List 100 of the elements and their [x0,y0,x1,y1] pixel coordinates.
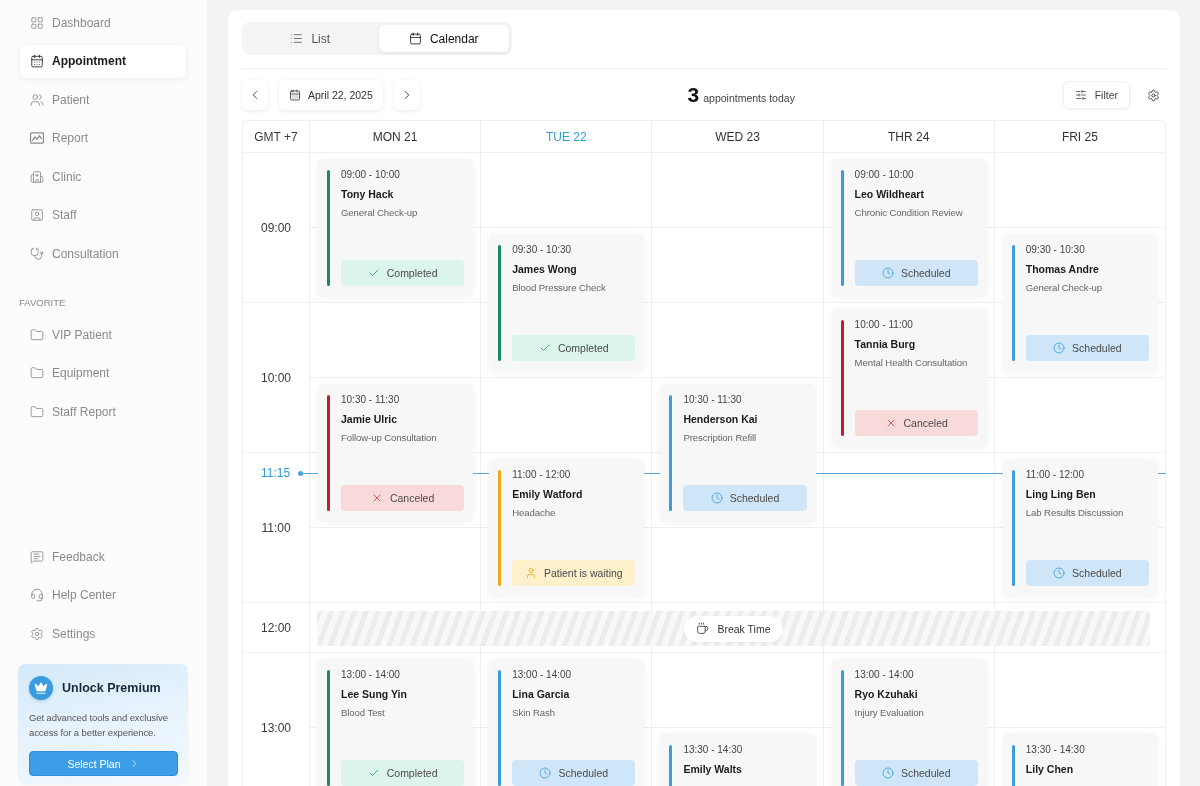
status-label: Scheduled [729,492,780,504]
appointment-card[interactable]: 11:00 - 12:00 Ling Ling Ben Lab Results Discussion Scheduled [1002,459,1158,597]
appointment-card[interactable]: 09:00 - 10:00 Tony Hack General Check-up Completed [318,159,474,297]
calendar-icon [408,32,422,45]
appointment-card[interactable]: 09:00 - 10:00 Leo Wildheart Chronic Condition Review Scheduled [831,159,987,297]
time-label: 12:00 [261,620,291,635]
patient-name: Emily Watford [512,488,584,500]
appointment-time: 13:00 - 14:00 [512,669,573,681]
appointment-card[interactable]: 13:00 - 14:00 Lee Sung Yin Blood Test Completed [318,659,474,786]
appointment-time: 13:00 - 14:00 [854,669,915,681]
appointment-time: 13:30 - 14:30 [1025,744,1086,756]
status-label: Scheduled [558,767,609,779]
chart-icon [30,131,44,145]
calendar-icon [289,89,301,101]
next-button[interactable] [393,80,420,110]
nav-item[interactable]: Patient [20,83,186,116]
time-label: 13:00 [261,720,291,735]
appointment-reason: Injury Evaluation [854,707,925,719]
list-icon [290,32,304,45]
appointment-card[interactable]: 13:00 - 14:00 Lina Garcia Skin Rash Scheduled [489,659,645,786]
status-label: Scheduled [1072,567,1122,579]
patient-name: Ryo Kzuhaki [854,688,919,700]
day-header: WED 23 [715,129,760,144]
time-label: 09:00 [261,220,291,235]
date-picker-button[interactable]: April 22, 2025 [279,80,383,110]
premium-description: Get advanced tools and exclusive access for a better experience. [29,711,169,740]
check-icon [367,767,380,779]
time-marker-icon [298,470,304,476]
appointment-reason: Prescription Refill [683,432,758,444]
nav-item[interactable]: Clinic [20,160,186,193]
clock-icon [881,267,894,279]
appointment-reason: Skin Rash [512,707,556,719]
appointment-card[interactable]: 10:00 - 11:00 Tannia Burg Mental Health Consultation Canceled [831,309,987,447]
nav-item[interactable]: Appointment [20,44,186,78]
view-tab[interactable]: Calendar [378,25,509,52]
id-badge-icon [30,208,44,222]
users-icon [30,92,44,107]
patient-name: Leo Wildheart [854,188,925,200]
patient-name: Lee Sung Yin [341,688,408,700]
headset-icon [30,588,44,602]
nav-item[interactable]: Staff [20,198,186,232]
current-time-label: 11:15 [261,466,291,480]
stethoscope-icon [30,246,44,261]
folder-icon [30,404,44,419]
clock-icon [1053,342,1066,354]
appointment-reason: Lab Results Discussion [1025,507,1125,519]
crown-icon [29,676,53,700]
appointment-reason: General Check-up [341,207,419,219]
nav-item[interactable]: Report [20,121,186,155]
day-header: TUE 22 [545,129,587,144]
grid-icon [30,15,44,30]
nav-item[interactable]: Dashboard [20,6,186,39]
filter-button[interactable]: Filter [1062,81,1130,109]
sliders-icon [1074,89,1087,101]
check-icon [538,342,551,354]
clock-icon [881,767,894,779]
nav-item[interactable]: Staff Report [20,395,186,428]
appointment-reason: Chronic Condition Review [854,207,964,219]
settings-icon [1147,88,1161,102]
appointment-card[interactable]: 13:00 - 14:00 Ryo Kzuhaki Injury Evaluation Scheduled [831,659,987,786]
appointment-reason: Blood Pressure Check [512,282,607,294]
patient-name: Lily Chen [1025,763,1075,775]
nav-item[interactable]: Equipment [20,356,186,390]
appointment-card[interactable]: 10:30 - 11:30 Henderson Kai Prescription Refill Scheduled [660,384,816,522]
appointment-reason: Blood Test [341,707,386,719]
status-label: Completed [386,267,438,279]
status-label: Scheduled [900,267,951,279]
folder-icon [30,366,44,380]
nav-item[interactable]: Consultation [20,237,186,270]
day-header: MON 21 [372,129,418,144]
timezone-label: GMT +7 [254,129,298,144]
status-label: Scheduled [900,767,951,779]
appointment-card[interactable]: 10:30 - 11:30 Jamie Ulric Follow-up Consultation Canceled [318,384,474,522]
nav-item[interactable]: VIP Patient [20,318,186,351]
view-tab[interactable]: List [245,25,376,52]
nav-item[interactable]: Settings [20,617,186,650]
appointment-time: 10:30 - 11:30 [341,394,401,406]
premium-title: Unlock Premium [62,681,161,695]
appointment-time: 09:00 - 10:00 [854,169,915,181]
appointment-card[interactable]: 09:30 - 10:30 Thomas Andre General Check-up Scheduled [1002,234,1158,372]
clock-icon [710,492,723,504]
appointment-time: 10:30 - 11:30 [683,394,743,406]
appointment-card[interactable]: 11:00 - 12:00 Emily Watford Headache Patient is waiting [489,459,645,597]
nav-item[interactable]: Help Center [20,578,186,612]
appointment-reason: Headache [512,507,557,519]
appointment-card[interactable]: 13:30 - 14:30 Emily Walts [660,734,816,786]
nav-item[interactable]: Feedback [20,540,186,573]
time-label: 10:00 [261,370,291,385]
status-label: Scheduled [1072,342,1122,354]
previous-button[interactable] [242,80,268,110]
appointment-time: 11:00 - 12:00 [1025,469,1085,481]
patient-name: Lina Garcia [512,688,571,700]
appointment-card[interactable]: 09:30 - 10:30 James Wong Blood Pressure Check Completed [489,234,645,372]
clock-icon [1053,567,1066,579]
patient-name: Tannia Burg [854,338,917,350]
appointment-card[interactable]: 13:30 - 14:30 Lily Chen [1002,734,1158,786]
person-icon [524,567,537,579]
appointment-reason: Mental Health Consultation [854,357,969,369]
appointment-count: 3 [687,83,700,107]
appointment-time: 09:30 - 10:30 [1025,244,1086,256]
